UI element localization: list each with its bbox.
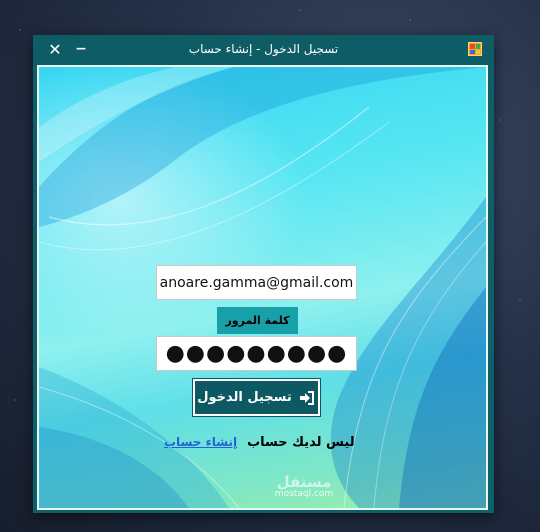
login-button[interactable]: تسجيل الدخول — [192, 378, 321, 417]
watermark-logo-icon: مستقل — [276, 473, 332, 491]
window-title: تسجيل الدخول - إنشاء حساب — [188, 42, 339, 56]
login-window: ✕ − تسجيل الدخول - إنشاء حساب anoare.gam… — [33, 35, 494, 513]
app-icon — [468, 42, 482, 56]
form-panel: anoare.gamma@gmail.com كلمة المرور ●●●●●… — [37, 65, 488, 510]
password-label: كلمة المرور — [217, 307, 298, 334]
create-account-row: ليس لديك حساب إنشاء حساب — [164, 431, 355, 453]
no-account-text: ليس لديك حساب — [247, 434, 355, 450]
watermark: مستقل mostaql.com — [259, 475, 349, 501]
login-button-label: تسجيل الدخول — [197, 390, 292, 405]
create-account-link[interactable]: إنشاء حساب — [164, 435, 237, 449]
sign-in-icon — [299, 390, 314, 405]
email-field[interactable]: anoare.gamma@gmail.com — [156, 265, 357, 300]
password-field[interactable]: ●●●●●●●●● — [156, 336, 357, 371]
watermark-text: mostaql.com — [274, 489, 334, 499]
title-bar[interactable]: ✕ − تسجيل الدخول - إنشاء حساب — [33, 35, 494, 65]
